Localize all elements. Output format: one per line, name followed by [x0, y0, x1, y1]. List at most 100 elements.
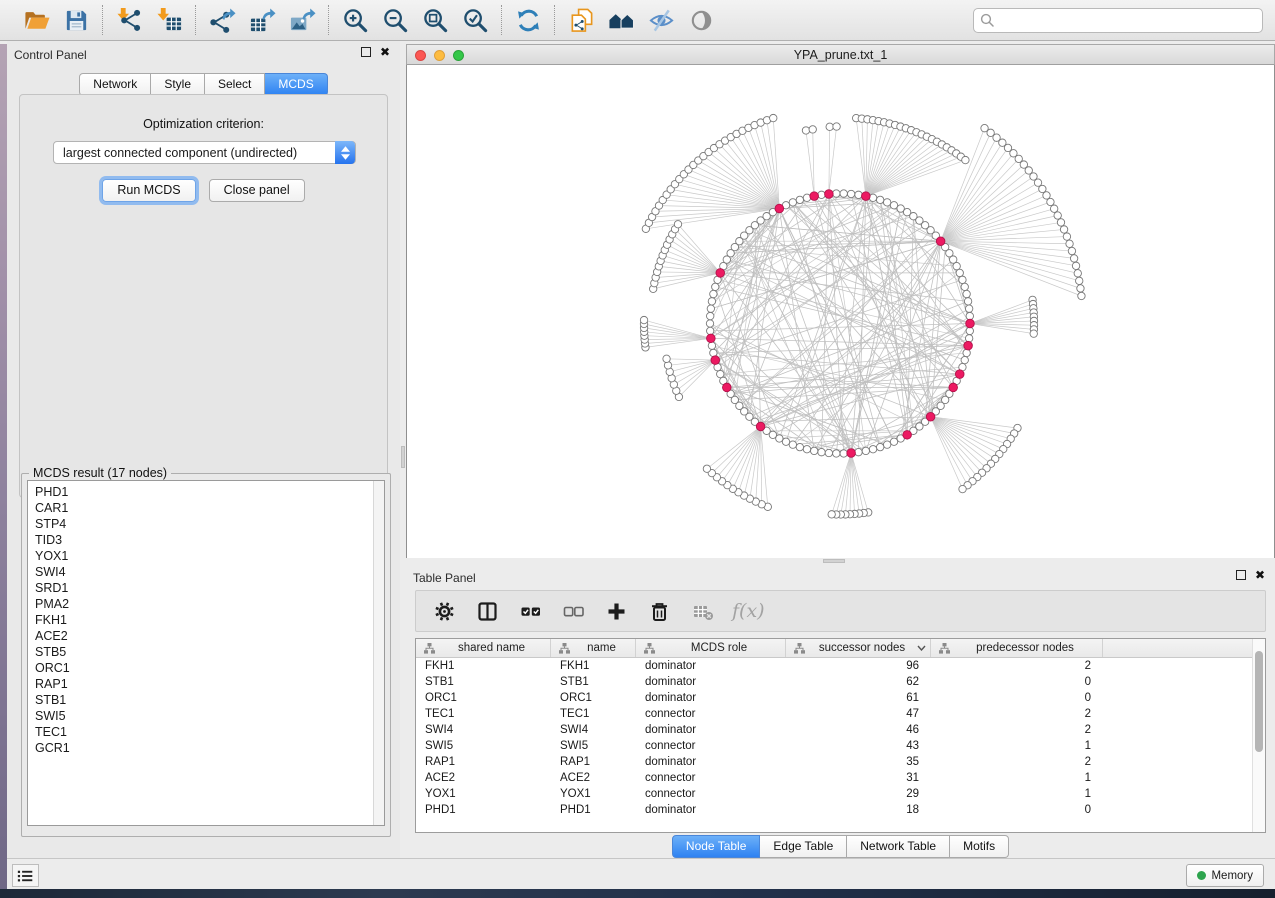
table-row[interactable]: SWI5SWI5connector431 [416, 738, 1265, 754]
add-row-button[interactable] [603, 598, 629, 624]
mcds-result-item[interactable]: FKH1 [35, 612, 384, 628]
mcds-result-item[interactable]: SRD1 [35, 580, 384, 596]
mcds-result-item[interactable]: ACE2 [35, 628, 384, 644]
cell-shared-name: YOX1 [416, 786, 551, 802]
select-all-button[interactable] [517, 598, 543, 624]
delete-table-icon [692, 601, 713, 622]
table-row[interactable]: ORC1ORC1dominator610 [416, 690, 1265, 706]
run-mcds-button[interactable]: Run MCDS [102, 179, 195, 202]
mcds-result-item[interactable]: STP4 [35, 516, 384, 532]
optimization-criterion-dropdown[interactable]: largest connected component (undirected) [53, 141, 356, 164]
settings-gear-button[interactable] [431, 598, 457, 624]
mcds-result-item[interactable]: CAR1 [35, 500, 384, 516]
zoom-selected-button[interactable] [458, 4, 492, 36]
column-type-icon [559, 643, 570, 654]
mcds-result-title: MCDS result (17 nodes) [29, 466, 171, 480]
mcds-result-item[interactable]: STB1 [35, 692, 384, 708]
table-row[interactable]: RAP1RAP1dominator352 [416, 754, 1265, 770]
column-header-predecessor-nodes[interactable]: predecessor nodes [931, 639, 1103, 657]
import-network-button[interactable] [112, 4, 146, 36]
mcds-result-item[interactable]: SWI4 [35, 564, 384, 580]
cell-predecessor-nodes: 0 [931, 802, 1103, 818]
network-title: YPA_prune.txt_1 [407, 45, 1274, 65]
cell-shared-name: FKH1 [416, 658, 551, 674]
tab-network-table[interactable]: Network Table [847, 835, 950, 858]
tab-style[interactable]: Style [151, 73, 205, 96]
cell-name: SWI4 [551, 722, 636, 738]
clone-network-icon [568, 7, 595, 34]
mcds-result-item[interactable]: TID3 [35, 532, 384, 548]
delete-table-button [689, 598, 715, 624]
table-row[interactable]: TEC1TEC1connector472 [416, 706, 1265, 722]
table-scrollbar[interactable] [1252, 639, 1265, 832]
status-list-button[interactable] [12, 864, 39, 887]
tab-network[interactable]: Network [79, 73, 151, 96]
mcds-result-item[interactable]: STB5 [35, 644, 384, 660]
deselect-all-icon [563, 601, 584, 622]
deselect-all-button[interactable] [560, 598, 586, 624]
minimize-window-icon[interactable] [434, 50, 445, 61]
search-input[interactable] [973, 8, 1263, 33]
save-session-button[interactable] [59, 4, 93, 36]
show-all-button[interactable] [684, 4, 718, 36]
mcds-result-item[interactable]: SWI5 [35, 708, 384, 724]
table-row[interactable]: FKH1FKH1dominator962 [416, 658, 1265, 674]
export-network-icon [209, 7, 236, 34]
column-header-successor-nodes[interactable]: successor nodes [786, 639, 931, 657]
mcds-list-scrollbar[interactable] [373, 481, 384, 825]
mcds-result-item[interactable]: PMA2 [35, 596, 384, 612]
tab-edge-table[interactable]: Edge Table [760, 835, 847, 858]
table-row[interactable]: SWI4SWI4dominator462 [416, 722, 1265, 738]
table-scrollbar-thumb[interactable] [1255, 651, 1263, 752]
network-canvas[interactable] [406, 65, 1275, 559]
mcds-result-item[interactable]: GCR1 [35, 740, 384, 756]
export-table-button[interactable] [245, 4, 279, 36]
table-row[interactable]: ACE2ACE2connector311 [416, 770, 1265, 786]
zoom-fit-button[interactable] [418, 4, 452, 36]
close-table-panel-icon[interactable]: ✖ [1255, 570, 1265, 580]
column-header-shared-name[interactable]: shared name [416, 639, 551, 657]
network-graph [407, 65, 1274, 558]
table-row[interactable]: PHD1PHD1dominator180 [416, 802, 1265, 818]
zoom-out-button[interactable] [378, 4, 412, 36]
first-neighbors-button[interactable] [604, 4, 638, 36]
mcds-result-item[interactable]: RAP1 [35, 676, 384, 692]
refresh-button[interactable] [511, 4, 545, 36]
hide-selected-button[interactable] [644, 4, 678, 36]
import-table-button[interactable] [152, 4, 186, 36]
close-window-icon[interactable] [415, 50, 426, 61]
column-header-MCDS-role[interactable]: MCDS role [636, 639, 786, 657]
export-image-button[interactable] [285, 4, 319, 36]
column-type-icon [644, 643, 655, 654]
zoom-in-button[interactable] [338, 4, 372, 36]
delete-rows-button[interactable] [646, 598, 672, 624]
tab-mcds[interactable]: MCDS [265, 73, 327, 96]
table-row[interactable]: STB1STB1dominator620 [416, 674, 1265, 690]
maximize-window-icon[interactable] [453, 50, 464, 61]
refresh-icon [515, 7, 542, 34]
close-panel-button[interactable]: Close panel [209, 179, 305, 202]
mcds-result-item[interactable]: TEC1 [35, 724, 384, 740]
tab-motifs[interactable]: Motifs [950, 835, 1009, 858]
tab-select[interactable]: Select [205, 73, 265, 96]
cell-MCDS-role: connector [636, 706, 786, 722]
settings-gear-icon [434, 601, 455, 622]
cell-predecessor-nodes: 0 [931, 690, 1103, 706]
table-row[interactable]: YOX1YOX1connector291 [416, 786, 1265, 802]
open-session-button[interactable] [19, 4, 53, 36]
float-table-panel-icon[interactable] [1236, 570, 1246, 580]
memory-button[interactable]: Memory [1186, 864, 1264, 887]
mcds-result-item[interactable]: ORC1 [35, 660, 384, 676]
cell-predecessor-nodes: 1 [931, 786, 1103, 802]
tab-node-table[interactable]: Node Table [672, 835, 761, 858]
clone-network-button[interactable] [564, 4, 598, 36]
mcds-result-item[interactable]: YOX1 [35, 548, 384, 564]
float-panel-icon[interactable] [361, 47, 371, 57]
optimization-criterion-label: Optimization criterion: [20, 117, 387, 131]
export-network-button[interactable] [205, 4, 239, 36]
show-columns-button[interactable] [474, 598, 500, 624]
column-type-icon [424, 643, 435, 654]
close-panel-icon[interactable]: ✖ [380, 47, 390, 57]
mcds-result-item[interactable]: PHD1 [35, 484, 384, 500]
column-header-name[interactable]: name [551, 639, 636, 657]
